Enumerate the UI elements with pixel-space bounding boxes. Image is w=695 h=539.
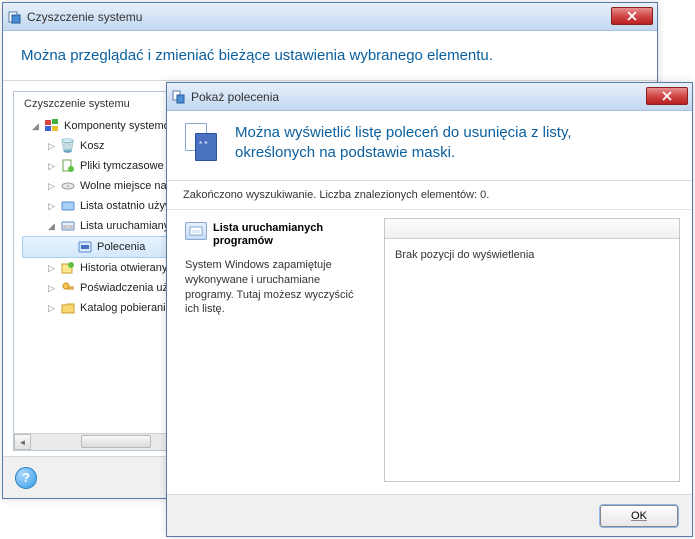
downloads-icon <box>60 300 76 316</box>
close-button-back[interactable] <box>611 7 653 25</box>
commands-icon <box>183 123 223 163</box>
tree-item-label: Poświadczenia uży <box>80 282 174 294</box>
content-row: Lista uruchamianych programów System Win… <box>167 210 692 490</box>
windows-icon <box>44 118 60 134</box>
tree-item-label: Wolne miejsce na <box>80 180 167 192</box>
tree-item-label: Lista uruchamiany <box>80 220 169 232</box>
bottom-bar-front: OK <box>167 494 692 536</box>
app-icon <box>171 89 187 105</box>
info-banner: Można przeglądać i zmieniać bieżące usta… <box>3 31 657 81</box>
expander-icon[interactable]: ▷ <box>46 283 57 294</box>
section-title-label: Lista uruchamianych programów <box>213 222 368 248</box>
ok-button[interactable]: OK <box>600 505 678 527</box>
history-icon <box>60 260 76 276</box>
app-icon <box>7 9 23 25</box>
expander-icon[interactable]: ▷ <box>46 181 57 192</box>
section-info: Lista uruchamianych programów System Win… <box>179 218 374 482</box>
window-title-front: Pokaż polecenia <box>191 90 279 104</box>
dialog-header-text: Można wyświetlić listę poleceń do usunię… <box>235 123 572 164</box>
window-show-commands: Pokaż polecenia Można wyświetlić listę p… <box>166 82 693 537</box>
tree-root-label: Komponenty systemo <box>64 120 170 132</box>
help-button[interactable]: ? <box>15 467 37 489</box>
results-list[interactable]: Brak pozycji do wyświetlenia <box>384 218 680 482</box>
results-column-header[interactable] <box>385 219 679 239</box>
disk-icon <box>60 178 76 194</box>
tree-item-label: Katalog pobierania <box>80 302 172 314</box>
expander-icon[interactable]: ◢ <box>30 121 41 132</box>
titlebar-front[interactable]: Pokaż polecenia <box>167 83 692 111</box>
scroll-left-button[interactable]: ◄ <box>14 434 31 450</box>
tree-item-label: Kosz <box>80 140 104 152</box>
run-list-icon <box>185 222 207 240</box>
scroll-thumb[interactable] <box>81 435 151 448</box>
empty-message: Brak pozycji do wyświetlenia <box>385 239 679 271</box>
titlebar-back[interactable]: Czyszczenie systemu <box>3 3 657 31</box>
dialog-header-line2: określonych na podstawie maski. <box>235 144 455 161</box>
run-icon <box>60 218 76 234</box>
expander-icon[interactable]: ▷ <box>46 263 57 274</box>
expander-icon[interactable]: ◢ <box>46 221 57 232</box>
creds-icon <box>60 280 76 296</box>
expander-icon[interactable]: ▷ <box>46 201 57 212</box>
tree-item-label: Pliki tymczasowe <box>80 160 164 172</box>
tree-item-label: Lista ostatnio używ <box>80 200 173 212</box>
close-button-front[interactable] <box>646 87 688 105</box>
recent-icon <box>60 198 76 214</box>
temp-icon <box>60 158 76 174</box>
tree-item-label: Historia otwierany <box>80 262 167 274</box>
cmd-icon <box>77 239 93 255</box>
status-line: Zakończono wyszukiwanie. Liczba znalezio… <box>167 181 692 210</box>
dialog-header-line1: Można wyświetlić listę poleceń do usunię… <box>235 124 572 141</box>
tree-item-label: Polecenia <box>97 241 145 253</box>
expander-icon[interactable]: ▷ <box>46 161 57 172</box>
section-description: System Windows zapamiętuje wykonywane i … <box>185 258 368 317</box>
dialog-header: Można wyświetlić listę poleceń do usunię… <box>167 111 692 181</box>
expander-icon[interactable]: ▷ <box>46 141 57 152</box>
expander-icon[interactable]: ▷ <box>46 303 57 314</box>
window-title-back: Czyszczenie systemu <box>27 10 142 24</box>
bin-icon: 🗑️ <box>60 138 76 154</box>
